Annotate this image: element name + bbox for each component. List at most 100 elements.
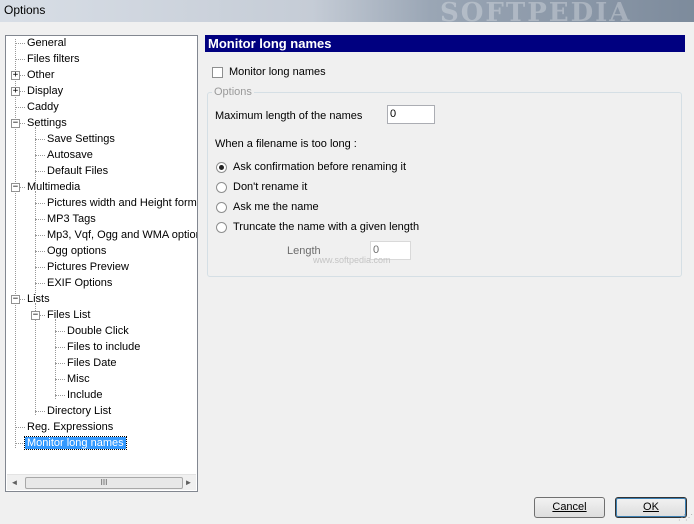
max-length-input[interactable]: 0 [387,105,435,124]
radio-truncate-label[interactable]: Truncate the name with a given length [233,221,419,233]
tree-item-label: MP3 Tags [47,213,96,225]
tree-connector [55,395,65,396]
tree-connector [55,363,65,364]
options-tree[interactable]: General Files filters + Other + Display Caddy −… [5,35,198,492]
softpedia-url-watermark: www.softpedia.com [313,255,391,265]
window-title: Options [4,3,46,17]
radio-dont-rename[interactable] [216,182,227,193]
tree-connector [35,171,45,172]
tree-item-label: Files filters [27,53,80,65]
tree-line [35,191,36,295]
tree-item-label: Lists [27,293,50,305]
tree-item-label: EXIF Options [47,277,113,289]
tree-item[interactable]: Caddy [25,100,61,115]
tree-item[interactable]: Reg. Expressions [25,420,115,435]
monitor-long-names-label[interactable]: Monitor long names [229,66,326,78]
tree-item[interactable]: Misc [65,372,92,387]
tree-connector [35,267,45,268]
tree-item[interactable]: General [25,36,68,51]
tree-item-label: Reg. Expressions [27,421,114,433]
collapse-icon[interactable]: − [11,295,20,304]
tree-item-label: Caddy [27,101,59,113]
tree-item[interactable]: Include [65,388,104,403]
tree-item[interactable]: Files Date [65,356,119,371]
tree-item[interactable]: Multimedia [25,180,82,195]
tree-connector [15,59,25,60]
tree-item[interactable]: EXIF Options [45,276,114,291]
tree-item[interactable]: Autosave [45,148,95,163]
radio-truncate[interactable] [216,222,227,233]
tree-connector [55,347,65,348]
max-length-label: Maximum length of the names [215,110,363,122]
tree-connector [35,235,45,236]
radio-ask-name[interactable] [216,202,227,213]
scroll-thumb[interactable]: III [25,477,183,489]
tree-item-label: Pictures width and Height format [47,197,198,209]
tree-item[interactable]: Settings [25,116,69,131]
tree-item[interactable]: Save Settings [45,132,117,147]
expand-icon[interactable]: + [11,87,20,96]
tree-connector [35,139,45,140]
collapse-icon[interactable]: − [11,119,20,128]
tree-item[interactable]: Files to include [65,340,142,355]
tree-item[interactable]: MP3 Tags [45,212,98,227]
too-long-label: When a filename is too long : [215,138,357,150]
expand-icon[interactable]: + [11,71,20,80]
tree-item-label: Settings [27,117,67,129]
tree-connector [15,427,25,428]
tree-item-label: General [27,37,67,49]
tree-connector [35,219,45,220]
tree-item[interactable]: Files List [45,308,92,323]
tree-connector [15,43,25,44]
tree-item-label: Files Date [67,357,117,369]
collapse-icon[interactable]: − [11,183,20,192]
tree-item[interactable]: Directory List [45,404,113,419]
tree-item[interactable]: Monitor long names [24,436,127,451]
tree-item[interactable]: Default Files [45,164,110,179]
tree-item-label: Include [67,389,103,401]
scroll-left-icon[interactable]: ◄ [7,475,22,490]
tree-connector [35,251,45,252]
tree-item-label: Other [27,69,55,81]
title-bar: Options SOFTPEDIA [0,0,694,28]
cancel-button[interactable]: Cancel [534,497,605,518]
tree-item[interactable]: Pictures width and Height format [45,196,198,211]
tree-item-label: Misc [67,373,90,385]
resize-grip-icon[interactable]: ⋰⋰ [678,513,693,522]
radio-ask-confirmation-label[interactable]: Ask confirmation before renaming it [233,161,406,173]
scroll-right-icon[interactable]: ► [181,475,196,490]
tree-item-label: Autosave [47,149,93,161]
ok-button[interactable]: OK [615,497,687,518]
tree-connector [35,203,45,204]
tree-connector [55,379,65,380]
ok-button-label: OK [643,501,659,513]
tree-item-label: Save Settings [47,133,115,145]
tree-item[interactable]: Files filters [25,52,82,67]
tree-item-label: Directory List [47,405,112,417]
tree-connector [15,443,25,444]
tree-item[interactable]: Double Click [65,324,131,339]
tree-horizontal-scrollbar[interactable]: ◄ III ► [7,474,196,490]
monitor-long-names-checkbox[interactable] [212,67,223,78]
tree-item[interactable]: Display [25,84,65,99]
tree-item[interactable]: Other [25,68,57,83]
radio-ask-confirmation[interactable] [216,162,227,173]
tree-connector [15,107,25,108]
tree-item-label: Default Files [47,165,109,177]
tree-item-label: Double Click [67,325,129,337]
radio-dont-rename-label[interactable]: Don't rename it [233,181,307,193]
collapse-icon[interactable]: − [31,311,40,320]
tree-item-label: Mp3, Vqf, Ogg and WMA options [47,229,198,241]
tree-connector [35,411,45,412]
scroll-thumb-grip-icon: III [100,478,108,487]
tree-item-label: Files List [47,309,91,321]
tree-item-label: Files to include [67,341,141,353]
tree-item-label: Pictures Preview [47,261,129,273]
tree-connector [35,283,45,284]
options-group-label: Options [212,86,254,98]
radio-ask-name-label[interactable]: Ask me the name [233,201,319,213]
tree-item[interactable]: Ogg options [45,244,108,259]
tree-item[interactable]: Mp3, Vqf, Ogg and WMA options [45,228,198,243]
tree-item[interactable]: Lists [25,292,52,307]
tree-item[interactable]: Pictures Preview [45,260,131,275]
